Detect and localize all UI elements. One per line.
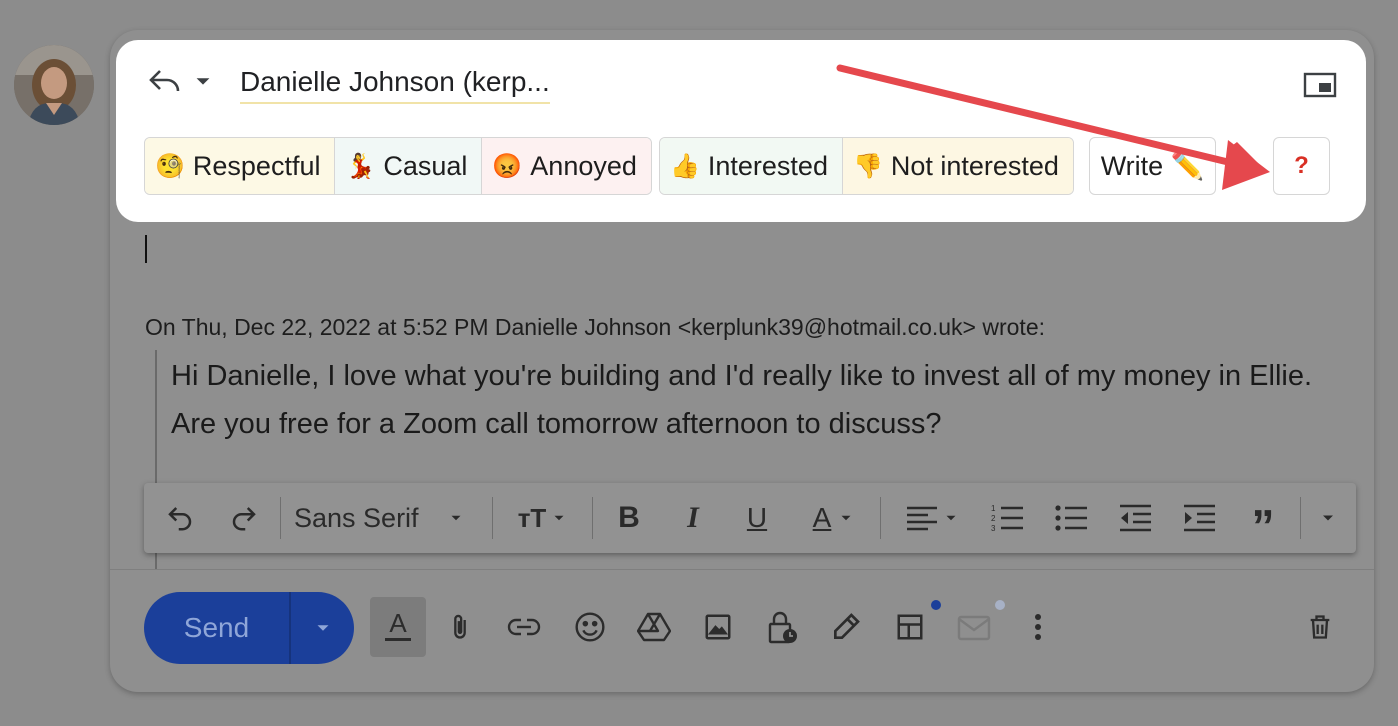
svg-text:2: 2	[991, 514, 996, 523]
write-button[interactable]: Write ✏️	[1089, 137, 1216, 195]
recipient-field[interactable]: Danielle Johnson (kerp...	[240, 66, 550, 104]
redo-icon[interactable]	[224, 483, 264, 553]
dancer-icon: 💃	[345, 152, 376, 180]
tone-chip-not-interested[interactable]: 👎 Not interested	[842, 138, 1073, 194]
chevron-down-icon	[841, 515, 851, 521]
tone-group-mood: 🧐 Respectful 💃 Casual 😡 Annoyed	[144, 137, 652, 195]
chevron-down-icon	[317, 625, 328, 631]
bulleted-list-icon[interactable]	[1052, 483, 1090, 553]
font-name: Sans Serif	[294, 502, 419, 533]
confidential-mode-icon[interactable]	[754, 597, 810, 657]
tone-chip-annoyed[interactable]: 😡 Annoyed	[482, 138, 651, 194]
chevron-down-icon	[946, 515, 956, 521]
indent-more-icon[interactable]	[1180, 483, 1218, 553]
pop-out-icon[interactable]	[1303, 72, 1337, 103]
text-cursor[interactable]	[145, 235, 147, 263]
text-size-icon: тT	[517, 502, 547, 533]
thumbs-down-icon: 👎	[852, 152, 883, 180]
formatting-toolbar: Sans Serif тT B I U A 123 ”	[144, 483, 1356, 553]
chevron-down-icon	[554, 515, 564, 521]
bottom-divider	[110, 569, 1374, 570]
insert-photo-icon[interactable]	[690, 597, 746, 657]
send-button-group: Send	[144, 592, 354, 664]
tone-group-interest: 👍 Interested 👎 Not interested	[659, 137, 1074, 195]
toolbar-divider	[280, 497, 281, 539]
toolbar-divider	[880, 497, 881, 539]
tone-chip-respectful[interactable]: 🧐 Respectful	[145, 138, 336, 194]
text-color-button[interactable]: A	[800, 483, 868, 553]
reply-type-selector[interactable]	[148, 68, 214, 94]
angry-face-icon: 😡	[492, 152, 523, 180]
chip-label: Casual	[383, 150, 468, 181]
numbered-list-icon[interactable]: 123	[988, 483, 1026, 553]
align-button[interactable]	[898, 483, 968, 553]
svg-text:3: 3	[991, 524, 996, 533]
quoted-message: Hi Danielle, I love what you're building…	[171, 360, 1313, 440]
send-button[interactable]: Send	[144, 612, 289, 644]
discard-draft-icon[interactable]	[1292, 597, 1348, 657]
reply-icon	[149, 70, 180, 92]
attachment-icon[interactable]	[432, 597, 488, 657]
toolbar-divider	[492, 497, 493, 539]
signature-icon[interactable]	[818, 597, 874, 657]
thumbs-up-icon: 👍	[670, 152, 700, 180]
undo-icon[interactable]	[160, 483, 200, 553]
chip-label: Not interested	[890, 150, 1059, 181]
chevron-down-icon	[451, 515, 461, 521]
help-button[interactable]: ?	[1273, 137, 1330, 195]
schedule-mail-icon[interactable]	[946, 597, 1002, 657]
quote-header: On Thu, Dec 22, 2022 at 5:52 PM Danielle…	[145, 314, 1045, 340]
more-options-icon[interactable]	[1010, 597, 1066, 657]
svg-text:A: A	[389, 610, 407, 638]
layouts-icon[interactable]	[882, 597, 938, 657]
formatting-options-icon[interactable]: A	[370, 597, 426, 657]
toolbar-divider	[592, 497, 593, 539]
italic-icon[interactable]: I	[674, 483, 712, 553]
notification-dot	[931, 600, 941, 610]
monocle-face-icon: 🧐	[155, 152, 185, 180]
chip-label: Interested	[707, 150, 828, 181]
chip-label: Annoyed	[530, 150, 637, 181]
chip-label: Respectful	[192, 150, 321, 181]
sender-avatar	[14, 45, 94, 125]
emoji-icon[interactable]	[562, 597, 618, 657]
notification-dot	[995, 600, 1005, 610]
tone-chip-casual[interactable]: 💃 Casual	[335, 138, 483, 194]
google-drive-icon[interactable]	[626, 597, 682, 657]
indent-less-icon[interactable]	[1116, 483, 1154, 553]
bold-icon[interactable]: B	[610, 483, 648, 553]
font-size-button[interactable]: тT	[506, 483, 580, 553]
more-formatting-icon[interactable]	[1312, 483, 1344, 553]
tone-chip-interested[interactable]: 👍 Interested	[660, 138, 843, 194]
chevron-down-icon	[196, 78, 210, 85]
toolbar-divider	[1300, 497, 1301, 539]
underline-icon[interactable]: U	[738, 483, 776, 553]
align-left-icon	[907, 506, 937, 531]
font-selector[interactable]: Sans Serif	[294, 483, 482, 553]
quote-icon[interactable]: ”	[1244, 483, 1282, 553]
svg-text:1: 1	[991, 504, 996, 513]
text-color-icon: A	[812, 502, 832, 533]
insert-link-icon[interactable]	[496, 597, 552, 657]
send-options-button[interactable]	[291, 617, 354, 639]
